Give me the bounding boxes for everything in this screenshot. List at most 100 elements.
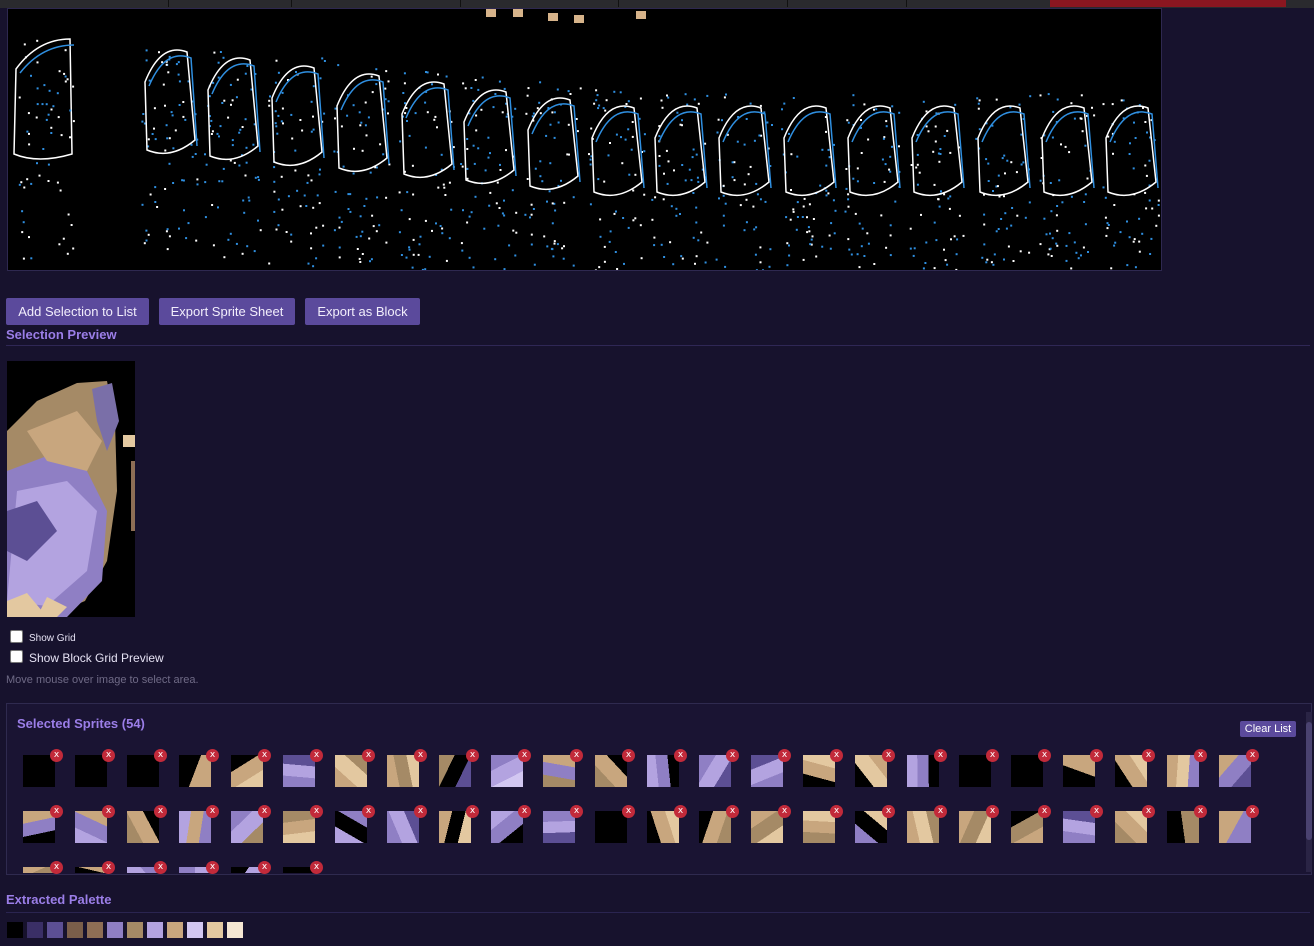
- remove-sprite-button[interactable]: x: [102, 805, 115, 818]
- remove-sprite-button[interactable]: x: [362, 749, 375, 762]
- remove-sprite-button[interactable]: x: [206, 861, 219, 874]
- remove-sprite-button[interactable]: x: [50, 749, 63, 762]
- remove-sprite-button[interactable]: x: [50, 805, 63, 818]
- remove-sprite-button[interactable]: x: [986, 749, 999, 762]
- remove-sprite-button[interactable]: x: [206, 805, 219, 818]
- remove-sprite-button[interactable]: x: [466, 749, 479, 762]
- sprite-thumbnail[interactable]: x: [1063, 749, 1103, 787]
- remove-sprite-button[interactable]: x: [50, 861, 63, 874]
- palette-swatch[interactable]: [47, 922, 63, 938]
- sprite-thumbnail[interactable]: x: [231, 805, 271, 843]
- sprite-thumbnail[interactable]: x: [1167, 805, 1207, 843]
- sprite-thumbnail[interactable]: x: [75, 861, 115, 874]
- sprite-thumbnail[interactable]: x: [335, 805, 375, 843]
- remove-sprite-button[interactable]: x: [258, 805, 271, 818]
- palette-swatch[interactable]: [107, 922, 123, 938]
- palette-swatch[interactable]: [67, 922, 83, 938]
- sprite-thumbnail[interactable]: x: [699, 749, 739, 787]
- palette-swatch[interactable]: [127, 922, 143, 938]
- remove-sprite-button[interactable]: x: [414, 749, 427, 762]
- tab-segment[interactable]: [169, 0, 292, 7]
- remove-sprite-button[interactable]: x: [778, 805, 791, 818]
- tab-segment-active[interactable]: [1050, 0, 1286, 7]
- remove-sprite-button[interactable]: x: [1246, 749, 1259, 762]
- remove-sprite-button[interactable]: x: [206, 749, 219, 762]
- sprite-thumbnail[interactable]: x: [283, 805, 323, 843]
- palette-swatch[interactable]: [27, 922, 43, 938]
- sprite-thumbnail[interactable]: x: [23, 861, 63, 874]
- sprite-thumbnail[interactable]: x: [1219, 805, 1259, 843]
- sprite-thumbnail[interactable]: x: [803, 749, 843, 787]
- show-grid-checkbox[interactable]: [10, 630, 23, 643]
- sprite-thumbnail[interactable]: x: [491, 805, 531, 843]
- source-image-canvas[interactable]: [7, 8, 1162, 271]
- add-selection-button[interactable]: Add Selection to List: [6, 298, 149, 325]
- sprite-thumbnail[interactable]: x: [387, 805, 427, 843]
- sprite-thumbnail[interactable]: x: [1115, 749, 1155, 787]
- palette-swatch[interactable]: [87, 922, 103, 938]
- sprite-thumbnail[interactable]: x: [647, 805, 687, 843]
- sprite-thumbnail[interactable]: x: [75, 805, 115, 843]
- tab-segment[interactable]: [619, 0, 788, 7]
- sprite-thumbnail[interactable]: x: [491, 749, 531, 787]
- palette-swatch[interactable]: [7, 922, 23, 938]
- remove-sprite-button[interactable]: x: [310, 749, 323, 762]
- sprite-thumbnail[interactable]: x: [387, 749, 427, 787]
- palette-swatch[interactable]: [187, 922, 203, 938]
- remove-sprite-button[interactable]: x: [934, 749, 947, 762]
- tab-segment[interactable]: [292, 0, 461, 7]
- remove-sprite-button[interactable]: x: [882, 749, 895, 762]
- remove-sprite-button[interactable]: x: [622, 805, 635, 818]
- sprite-thumbnail[interactable]: x: [23, 749, 63, 787]
- palette-swatch[interactable]: [227, 922, 243, 938]
- sprite-thumbnail[interactable]: x: [543, 805, 583, 843]
- sprite-thumbnail[interactable]: x: [855, 749, 895, 787]
- tab-segment[interactable]: [461, 0, 619, 7]
- remove-sprite-button[interactable]: x: [154, 749, 167, 762]
- sprite-thumbnail[interactable]: x: [751, 805, 791, 843]
- sprite-thumbnail[interactable]: x: [231, 861, 271, 874]
- palette-swatch[interactable]: [167, 922, 183, 938]
- show-grid-row[interactable]: Show Grid: [10, 630, 76, 645]
- sprite-thumbnail[interactable]: x: [595, 805, 635, 843]
- sprite-thumbnail[interactable]: x: [231, 749, 271, 787]
- remove-sprite-button[interactable]: x: [674, 805, 687, 818]
- sprite-thumbnail[interactable]: x: [595, 749, 635, 787]
- sprite-thumbnail[interactable]: x: [179, 749, 219, 787]
- remove-sprite-button[interactable]: x: [258, 861, 271, 874]
- remove-sprite-button[interactable]: x: [778, 749, 791, 762]
- remove-sprite-button[interactable]: x: [622, 749, 635, 762]
- remove-sprite-button[interactable]: x: [986, 805, 999, 818]
- palette-swatch[interactable]: [207, 922, 223, 938]
- remove-sprite-button[interactable]: x: [414, 805, 427, 818]
- remove-sprite-button[interactable]: x: [1194, 749, 1207, 762]
- remove-sprite-button[interactable]: x: [1142, 805, 1155, 818]
- sprite-thumbnail[interactable]: x: [1011, 805, 1051, 843]
- remove-sprite-button[interactable]: x: [1090, 749, 1103, 762]
- export-block-button[interactable]: Export as Block: [305, 298, 420, 325]
- remove-sprite-button[interactable]: x: [1038, 749, 1051, 762]
- clear-list-button[interactable]: Clear List: [1240, 721, 1296, 737]
- sprite-thumbnail[interactable]: x: [75, 749, 115, 787]
- remove-sprite-button[interactable]: x: [1194, 805, 1207, 818]
- sprites-scrollbar[interactable]: [1306, 712, 1312, 872]
- remove-sprite-button[interactable]: x: [1038, 805, 1051, 818]
- sprite-thumbnail[interactable]: x: [283, 749, 323, 787]
- sprite-thumbnail[interactable]: x: [543, 749, 583, 787]
- palette-swatch[interactable]: [147, 922, 163, 938]
- remove-sprite-button[interactable]: x: [102, 861, 115, 874]
- remove-sprite-button[interactable]: x: [310, 861, 323, 874]
- remove-sprite-button[interactable]: x: [362, 805, 375, 818]
- sprite-thumbnail[interactable]: x: [1011, 749, 1051, 787]
- sprite-thumbnail[interactable]: x: [127, 749, 167, 787]
- remove-sprite-button[interactable]: x: [518, 749, 531, 762]
- sprite-thumbnail[interactable]: x: [127, 861, 167, 874]
- sprite-thumbnail[interactable]: x: [23, 805, 63, 843]
- sprite-thumbnail[interactable]: x: [855, 805, 895, 843]
- show-block-grid-row[interactable]: Show Block Grid Preview: [10, 650, 164, 665]
- remove-sprite-button[interactable]: x: [830, 805, 843, 818]
- remove-sprite-button[interactable]: x: [1246, 805, 1259, 818]
- sprite-thumbnail[interactable]: x: [751, 749, 791, 787]
- remove-sprite-button[interactable]: x: [1142, 749, 1155, 762]
- sprite-thumbnail[interactable]: x: [1063, 805, 1103, 843]
